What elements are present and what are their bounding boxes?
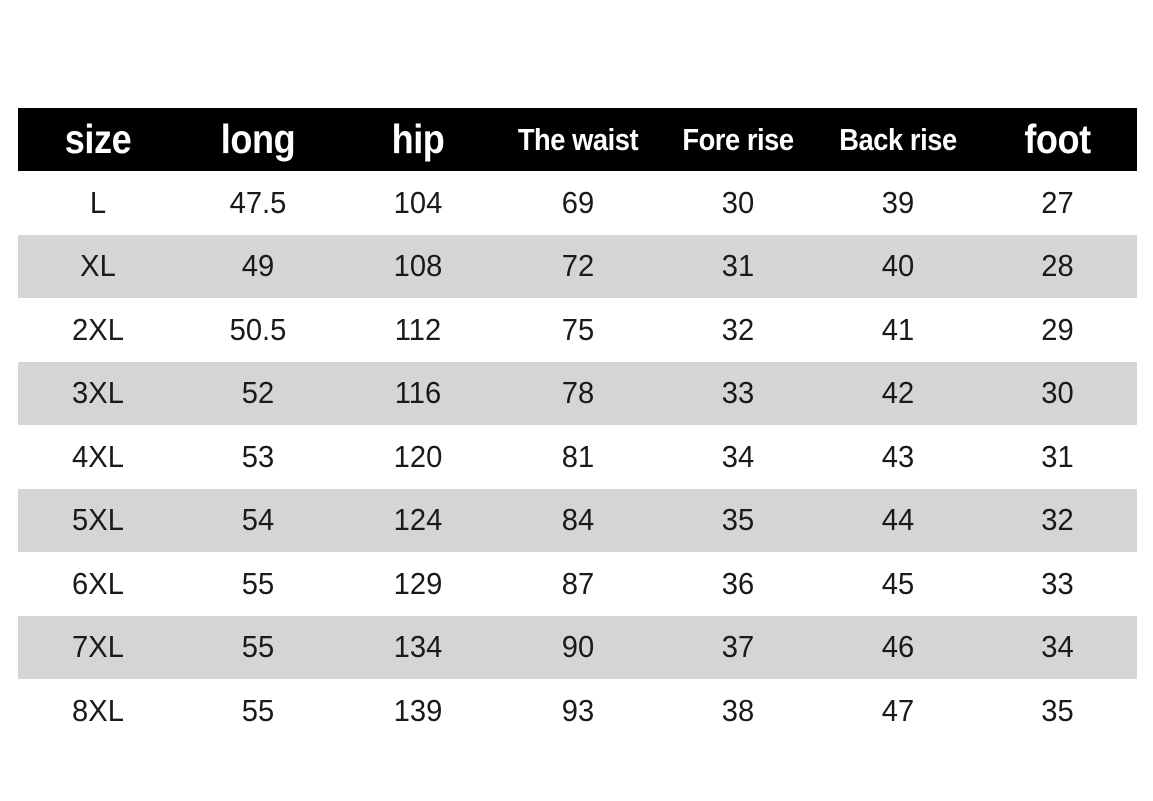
table-row: 7XL 55 134 90 37 46 34 [18,615,1137,679]
table-row: 2XL 50.5 112 75 32 41 29 [18,298,1137,362]
cell-back: 46 [881,629,915,665]
column-header-fore: Fore rise [682,121,794,157]
cell-hip: 112 [394,311,442,347]
header-row: size long hip The waist Fore rise Back rise fo… [18,108,1137,171]
cell-hip: 120 [393,438,443,474]
cell-waist: 93 [561,692,595,728]
cell-long: 47.5 [229,184,287,220]
cell-waist: 84 [561,502,595,538]
column-header-hip: hip [391,116,445,162]
cell-fore: 30 [721,184,755,220]
cell-size: 2XL [72,311,124,347]
cell-size: XL [80,248,116,284]
cell-long: 55 [241,565,275,601]
cell-long: 55 [241,629,275,665]
column-header-waist: The waist [517,121,639,157]
cell-long: 53 [241,438,275,474]
table-header: size long hip The waist Fore rise Back rise fo… [18,108,1137,171]
cell-fore: 38 [721,692,755,728]
cell-waist: 69 [561,184,595,220]
cell-fore: 35 [721,502,755,538]
cell-hip: 104 [393,184,443,220]
table-row: 8XL 55 139 93 38 47 35 [18,679,1137,743]
cell-hip: 134 [393,629,443,665]
cell-back: 45 [881,565,915,601]
table-row: L 47.5 104 69 30 39 27 [18,171,1137,235]
cell-back: 40 [881,248,915,284]
column-header-foot: foot [1024,116,1091,162]
size-chart-table: size long hip The waist Fore rise Back rise fo… [18,108,1137,743]
cell-size: 7XL [72,629,124,665]
table-row: 4XL 53 120 81 34 43 31 [18,425,1137,489]
cell-back: 43 [881,438,915,474]
cell-size: 6XL [72,565,124,601]
cell-long: 54 [241,502,275,538]
cell-hip: 108 [393,248,443,284]
cell-foot: 28 [1041,248,1074,284]
cell-fore: 31 [721,248,755,284]
cell-long: 55 [241,692,275,728]
cell-size: 5XL [72,502,124,538]
cell-back: 41 [881,311,915,347]
table-row: 3XL 52 116 78 33 42 30 [18,361,1137,425]
cell-waist: 81 [561,438,595,474]
cell-fore: 33 [721,375,755,411]
table-row: 6XL 55 129 87 36 45 33 [18,552,1137,616]
cell-long: 50.5 [229,311,287,347]
cell-back: 44 [881,502,915,538]
cell-back: 47 [881,692,915,728]
cell-hip: 116 [394,375,442,411]
cell-foot: 35 [1041,692,1074,728]
column-header-back: Back rise [839,121,957,157]
cell-foot: 31 [1041,438,1074,474]
cell-back: 39 [881,184,915,220]
cell-hip: 139 [393,692,443,728]
cell-back: 42 [881,375,915,411]
cell-waist: 90 [561,629,595,665]
cell-hip: 124 [393,502,443,538]
cell-waist: 87 [561,565,595,601]
cell-fore: 37 [721,629,755,665]
cell-foot: 32 [1041,502,1074,538]
cell-waist: 75 [561,311,595,347]
table-body: L 47.5 104 69 30 39 27 XL 49 108 72 31 40 28 2XL 50.5 11… [18,171,1137,743]
column-header-size: size [64,116,132,162]
cell-foot: 27 [1041,184,1074,220]
cell-long: 52 [241,375,275,411]
cell-fore: 36 [721,565,755,601]
table-row: XL 49 108 72 31 40 28 [18,234,1137,298]
cell-fore: 32 [721,311,755,347]
cell-hip: 129 [393,565,443,601]
cell-foot: 33 [1041,565,1074,601]
cell-waist: 78 [561,375,595,411]
cell-size: 3XL [72,375,124,411]
cell-long: 49 [241,248,275,284]
cell-size: 4XL [72,438,124,474]
cell-foot: 30 [1041,375,1074,411]
cell-fore: 34 [721,438,755,474]
cell-foot: 34 [1041,629,1074,665]
column-header-long: long [220,116,296,162]
cell-size: L [89,184,107,220]
cell-size: 8XL [72,692,124,728]
cell-waist: 72 [561,248,595,284]
cell-foot: 29 [1041,311,1074,347]
table-row: 5XL 54 124 84 35 44 32 [18,488,1137,552]
